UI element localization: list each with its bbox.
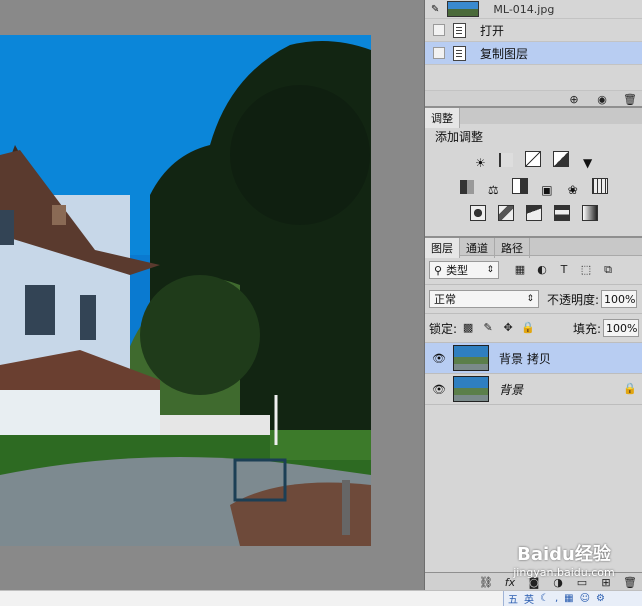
- layer-row-background[interactable]: 👁 背景 🔒: [425, 374, 642, 405]
- document-image[interactable]: [0, 35, 371, 546]
- layer-filter-select[interactable]: ⚲ 类型 ⇕: [429, 261, 499, 279]
- system-tray-strip: 五 英 ☾ , ▦ ☺ ⚙: [0, 590, 642, 606]
- opacity-input[interactable]: 100%: [601, 290, 638, 308]
- photo-filter-icon[interactable]: ▣: [540, 183, 554, 197]
- levels-icon[interactable]: [499, 153, 514, 167]
- canvas-area[interactable]: [0, 0, 424, 605]
- adjustment-filter-icon[interactable]: ◐: [535, 263, 549, 277]
- layer-thumbnail: [453, 376, 489, 402]
- smart-object-filter-icon[interactable]: ⧉: [601, 263, 615, 277]
- type-filter-icon[interactable]: T: [557, 263, 571, 277]
- snapshot-label: ML-014.jpg: [493, 2, 555, 16]
- watermark-logo: Baidu经验: [517, 544, 611, 565]
- layer-thumbnail: [453, 345, 489, 371]
- layer-name: 背景 拷贝: [499, 351, 551, 366]
- black-white-icon[interactable]: [512, 178, 529, 194]
- history-panel: ✎ ML-014.jpg 打开 复制图层 ⊕ ◉ 🗑: [425, 0, 642, 110]
- vibrance-icon[interactable]: ▼: [581, 156, 595, 170]
- brightness-icon[interactable]: ☀: [473, 156, 487, 170]
- fill-label: 填充:: [572, 321, 601, 336]
- lock-transparency-icon[interactable]: ▩: [461, 321, 475, 335]
- tab-paths[interactable]: 路径: [495, 238, 530, 258]
- visibility-eye-icon[interactable]: 👁: [425, 352, 453, 365]
- ime-keyboard-icon[interactable]: ▦: [564, 593, 573, 604]
- right-panel-dock: ✎ ML-014.jpg 打开 复制图层 ⊕ ◉ 🗑 调整 添加调整 ☀ ▼ ⚖…: [424, 0, 642, 592]
- trash-icon[interactable]: 🗑: [623, 93, 637, 107]
- history-item-label: 复制图层: [480, 46, 529, 61]
- lock-icon: 🔒: [623, 382, 637, 395]
- layer-name: 背景: [499, 382, 524, 397]
- ime-user-icon[interactable]: ☺: [580, 593, 590, 604]
- search-icon: ⚲: [434, 263, 443, 277]
- color-balance-icon[interactable]: ⚖: [486, 183, 500, 197]
- color-lookup-icon[interactable]: [591, 178, 608, 194]
- tab-channels[interactable]: 通道: [460, 238, 495, 258]
- tab-layers[interactable]: 图层: [425, 238, 460, 258]
- link-layers-icon[interactable]: ⛓: [479, 576, 493, 590]
- lock-all-icon[interactable]: 🔒: [521, 321, 535, 335]
- ime-mode-icon[interactable]: 五: [508, 591, 518, 606]
- history-item-label: 打开: [480, 23, 505, 38]
- history-snapshot[interactable]: ✎ ML-014.jpg: [425, 0, 642, 19]
- hue-saturation-icon[interactable]: [460, 180, 475, 194]
- new-document-from-state-icon[interactable]: ⊕: [567, 93, 581, 107]
- shape-filter-icon[interactable]: ⬚: [579, 263, 593, 277]
- opacity-label: 不透明度:: [547, 292, 600, 307]
- history-item-open[interactable]: 打开: [425, 19, 642, 42]
- adjustments-heading: 添加调整: [435, 130, 484, 144]
- house-photo: [0, 35, 371, 546]
- layers-panel: 图层 通道 路径 ⚲ 类型 ⇕ ▦ ◐ T ⬚ ⧉ 正常 ⇕ 不透明度: 100% …: [425, 236, 642, 592]
- snapshot-thumbnail: [447, 1, 480, 17]
- curves-icon[interactable]: [525, 151, 541, 167]
- channel-mixer-icon[interactable]: ❀: [566, 183, 580, 197]
- threshold-icon[interactable]: [526, 205, 542, 221]
- history-item-duplicate[interactable]: 复制图层: [425, 42, 642, 65]
- brush-icon: ✎: [431, 3, 440, 15]
- adjustments-panel: 调整 添加调整 ☀ ▼ ⚖ ▣ ❀: [425, 106, 642, 234]
- history-checkbox[interactable]: [433, 24, 445, 36]
- lock-position-icon[interactable]: ✥: [501, 321, 515, 335]
- history-state-icon: [453, 45, 466, 61]
- lock-image-pixels-icon[interactable]: ✎: [481, 321, 495, 335]
- visibility-eye-icon[interactable]: 👁: [425, 383, 453, 396]
- exposure-icon[interactable]: [552, 151, 569, 167]
- posterize-icon[interactable]: [498, 205, 515, 221]
- history-checkbox[interactable]: [433, 47, 445, 59]
- history-state-icon: [453, 22, 466, 38]
- layer-row-background-copy[interactable]: 👁 背景 拷贝: [425, 343, 642, 374]
- ime-settings-icon[interactable]: ⚙: [596, 593, 605, 604]
- fill-input[interactable]: 100%: [603, 319, 639, 337]
- ime-moon-icon[interactable]: ☾: [540, 593, 549, 604]
- invert-icon[interactable]: [470, 205, 487, 221]
- selective-color-icon[interactable]: [553, 205, 570, 221]
- dropdown-arrow-icon: ⇕: [526, 294, 534, 304]
- tab-adjustments[interactable]: 调整: [425, 108, 460, 128]
- ime-punct-icon[interactable]: ,: [555, 593, 558, 604]
- gradient-map-icon[interactable]: [581, 205, 598, 221]
- ime-toolbar[interactable]: 五 英 ☾ , ▦ ☺ ⚙: [503, 591, 642, 606]
- watermark-url: jingyan.baidu.com: [513, 566, 615, 579]
- dropdown-arrow-icon: ⇕: [486, 265, 494, 275]
- camera-icon[interactable]: ◉: [595, 93, 609, 107]
- lock-label: 锁定:: [429, 321, 458, 336]
- pixel-filter-icon[interactable]: ▦: [513, 263, 527, 277]
- ime-language-icon[interactable]: 英: [524, 591, 534, 606]
- watermark: Baidu经验 jingyan.baidu.com: [494, 540, 634, 588]
- blend-mode-select[interactable]: 正常 ⇕: [429, 290, 539, 308]
